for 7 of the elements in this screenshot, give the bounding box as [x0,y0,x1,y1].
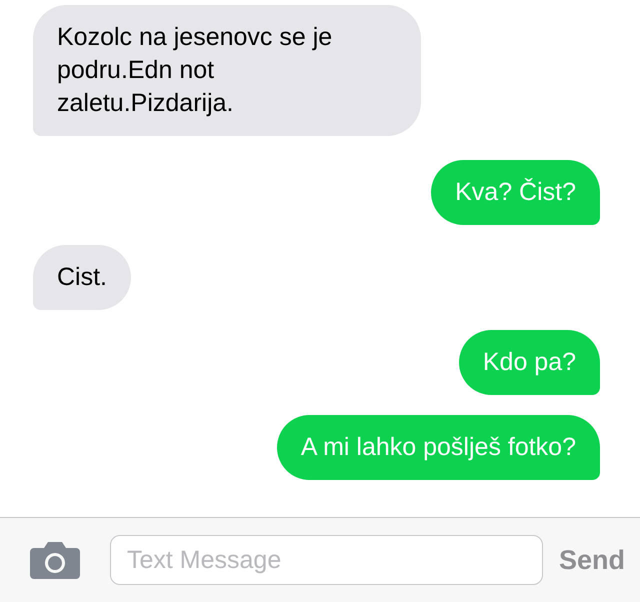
message-bubble: Kva? Čist? [431,160,600,225]
camera-icon[interactable] [30,541,80,579]
message-field[interactable]: Text Message [110,535,543,585]
message-bubble: Cist. [33,245,131,310]
message-bubble: Kozolc na jesenovc se je podru.Edn not zaletu.Pizdarija. [33,5,421,136]
message-bubble: Kdo pa? [458,330,600,395]
message-bubble: A mi lahko pošlješ fotko? [276,415,600,480]
